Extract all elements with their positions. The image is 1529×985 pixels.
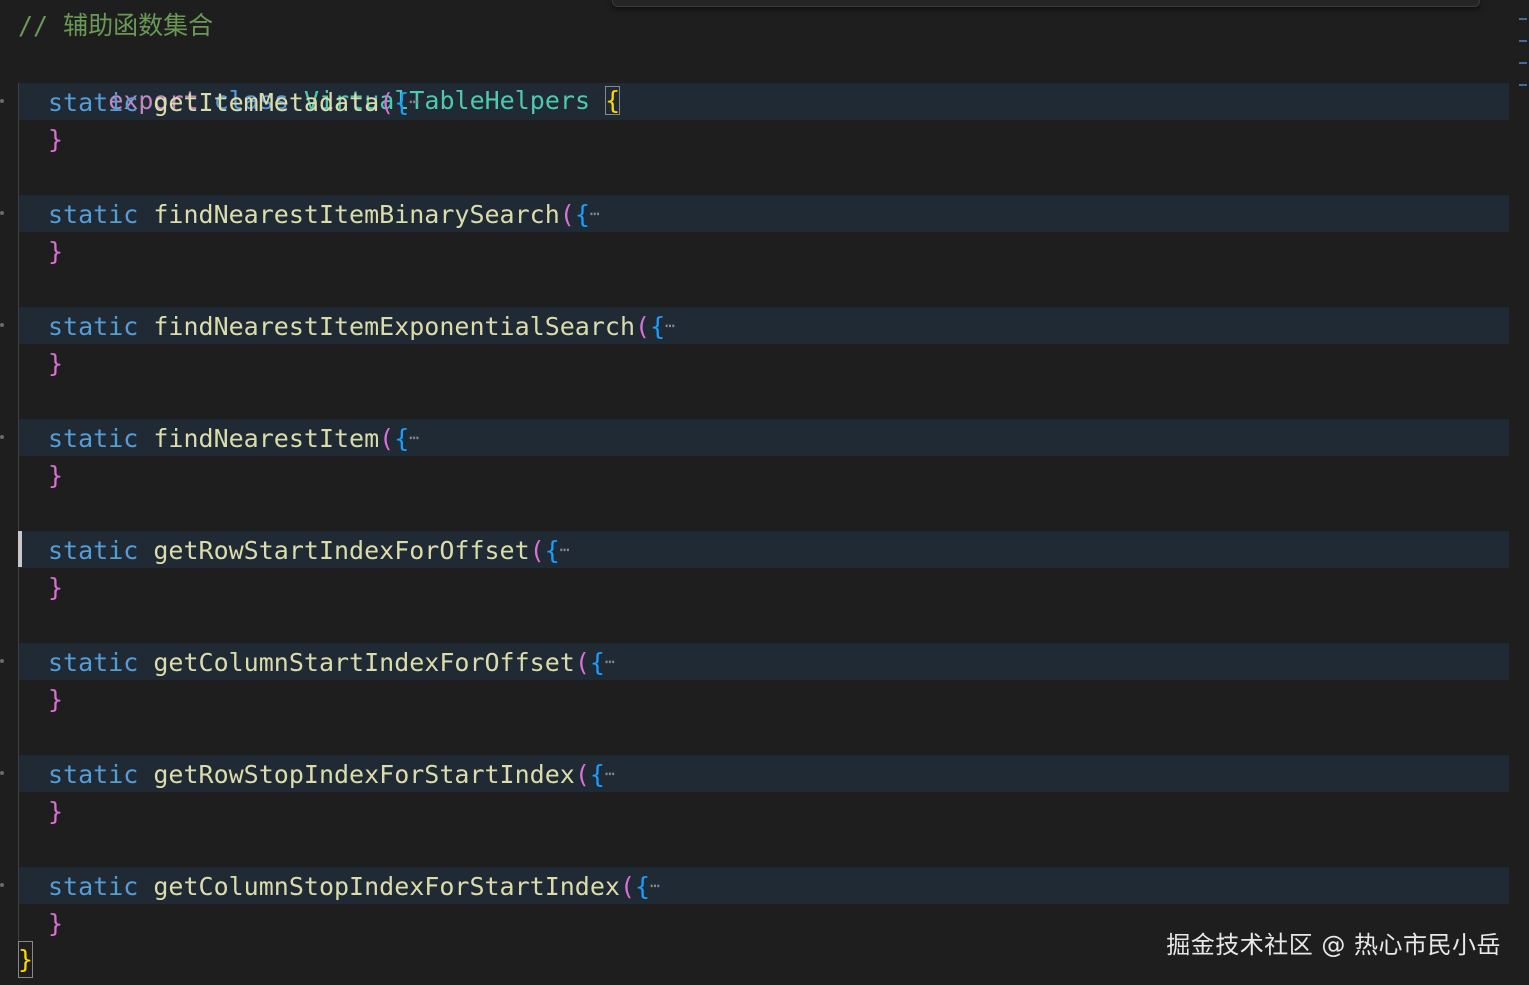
method-close-brace: } [48,237,64,266]
open-paren: ( [379,88,395,117]
method-close-brace: } [48,573,64,602]
open-paren: ( [529,536,545,565]
method-name: getItemMetadata [153,88,380,117]
static-keyword: static [48,88,139,117]
open-paren: ( [619,872,636,901]
fold-marker-icon[interactable] [0,323,4,327]
fold-marker-icon[interactable] [0,659,4,663]
method-name: getColumnStopIndexForStartIndex [153,872,620,901]
open-brace: { [589,648,605,677]
open-paren: ( [574,760,590,789]
static-keyword: static [48,200,139,229]
open-paren: ( [379,424,395,453]
fold-marker-icon[interactable] [0,211,4,215]
open-paren: ( [574,648,590,677]
static-keyword: static [48,536,139,565]
folded-ellipsis-icon[interactable]: ⋯ [590,204,600,223]
open-brace: { [650,312,666,341]
indent-guide [18,83,19,941]
fold-marker-icon[interactable] [0,435,4,439]
fold-marker-icon[interactable] [0,771,4,775]
overview-ruler [1517,0,1529,100]
open-brace: { [394,424,410,453]
method-close-brace: } [48,909,64,938]
static-keyword: static [48,872,139,901]
static-keyword: static [48,760,139,789]
find-widget-edge [612,0,1480,7]
method-close-brace: } [48,461,64,490]
static-keyword: static [48,424,139,453]
static-keyword: static [48,312,139,341]
class-open-brace: { [605,86,621,115]
folded-ellipsis-icon[interactable]: ⋯ [605,764,615,783]
fold-marker-icon[interactable] [0,883,4,887]
watermark: 掘金技术社区 @ 热心市民小岳 [1166,931,1501,959]
open-brace: { [574,200,590,229]
class-close-brace: } [18,941,34,978]
comment-text: // 辅助函数集合 [18,11,214,40]
folded-ellipsis-icon[interactable]: ⋯ [605,652,615,671]
folded-ellipsis-icon[interactable]: ⋯ [665,316,675,335]
method-name: getRowStopIndexForStartIndex [153,760,575,789]
static-keyword: static [48,648,139,677]
open-brace: { [635,872,651,901]
code-line-comment[interactable]: // 辅助函数集合 [0,7,213,44]
code-line-class-declaration[interactable]: export class VirtualTableHelpers { [0,45,621,115]
method-name: findNearestItemBinarySearch [153,200,560,229]
method-close-brace: } [48,125,64,154]
method-name: getColumnStartIndexForOffset [153,648,575,677]
open-brace: { [394,88,410,117]
method-name: findNearestItemExponentialSearch [153,312,636,341]
method-close-brace: } [48,797,64,826]
code-line-class-close[interactable]: } [0,941,60,978]
code-editor[interactable]: // 辅助函数集合 export class VirtualTableHelpe… [0,0,1529,985]
method-close-brace: } [48,685,64,714]
folded-ellipsis-icon[interactable]: ⋯ [560,540,570,559]
method-close-brace: } [48,349,64,378]
open-paren: ( [559,200,575,229]
folded-ellipsis-icon[interactable]: ⋯ [409,92,419,111]
current-line-indicator [18,531,22,567]
open-paren: ( [635,312,651,341]
method-name: getRowStartIndexForOffset [153,536,530,565]
method-name: findNearestItem [153,424,380,453]
folded-ellipsis-icon[interactable]: ⋯ [409,428,419,447]
open-brace: { [544,536,560,565]
folded-ellipsis-icon[interactable]: ⋯ [650,876,660,895]
open-brace: { [589,760,605,789]
